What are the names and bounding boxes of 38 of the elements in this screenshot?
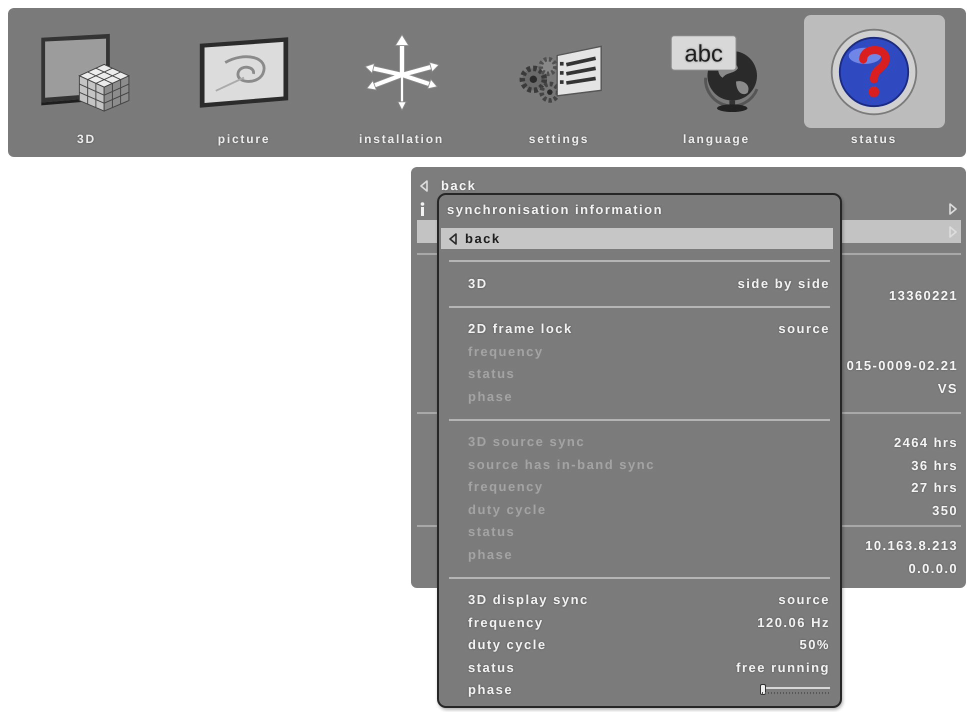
row-label: phase (468, 682, 514, 698)
sign-text: abc (684, 40, 722, 68)
row-value: 120.06 Hz (757, 614, 830, 630)
arrow-left-icon (449, 232, 457, 244)
value-text: 13360221 (888, 287, 958, 305)
popup-title: synchronisation information (447, 202, 664, 218)
value-text: 2464 hrs (894, 434, 958, 452)
value-text: 350 (932, 502, 958, 520)
row-value: side by side (738, 276, 830, 291)
value-text: 27 hrs (911, 479, 958, 497)
row-label: 2D frame lock (468, 321, 573, 336)
row-value: source (778, 592, 830, 608)
row-label: duty cycle (468, 637, 547, 652)
menu-tab[interactable]: 3D (16, 15, 157, 149)
menu-tab[interactable]: settings (488, 15, 630, 149)
row-label: 3D display sync (468, 592, 589, 608)
row-label: status (468, 660, 516, 675)
value-text: 36 hrs (911, 456, 958, 474)
value-text: VS (938, 380, 958, 398)
row-value: 50% (799, 637, 830, 652)
slider-track[interactable] (760, 684, 830, 696)
value-text: 10.163.8.213 (865, 537, 958, 555)
info-icon (420, 202, 425, 216)
row-value: free running (736, 660, 830, 675)
help-icon (829, 26, 919, 116)
value-text: 0.0.0.0 (908, 560, 958, 578)
menu-tab[interactable]: status (804, 15, 944, 149)
row-label: 3D (468, 276, 488, 291)
menu-tab[interactable]: abc language (646, 15, 787, 149)
row-value: source (778, 321, 830, 336)
value-text: 015-0009-02.21 (846, 357, 958, 375)
menu-tab[interactable]: picture (174, 15, 314, 149)
arrow-left-icon (420, 180, 428, 192)
back-item[interactable]: back (417, 174, 961, 197)
slider-thumb[interactable] (760, 684, 766, 696)
back-item[interactable]: back (441, 228, 833, 249)
row-label: frequency (468, 614, 544, 630)
menu-tab[interactable]: installation (331, 15, 472, 149)
